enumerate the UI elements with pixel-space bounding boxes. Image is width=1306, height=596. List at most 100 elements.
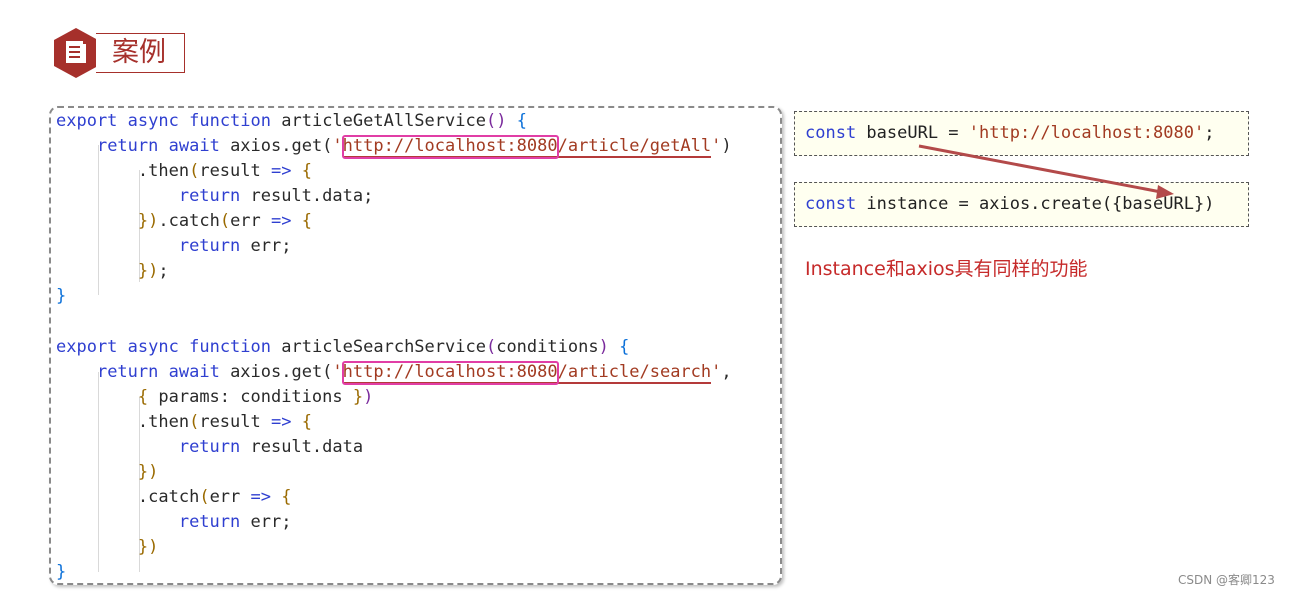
code-text: params: conditions	[148, 387, 353, 407]
code-line: }).catch(err => {	[56, 209, 312, 234]
code-method: .catch	[158, 211, 220, 231]
code-line: });	[56, 259, 169, 284]
code-brace: }	[56, 286, 67, 306]
code-paren: (	[219, 211, 231, 231]
code-line: })	[56, 535, 159, 560]
code-keyword: return	[178, 512, 241, 532]
code-brace: }	[137, 537, 149, 557]
url-path: /article/getAll	[557, 136, 712, 158]
code-line: return err;	[56, 234, 292, 259]
code-line: export async function articleSearchServi…	[56, 335, 629, 360]
section-title: 案例	[112, 37, 166, 68]
code-arg: err	[230, 211, 261, 231]
code-method: .catch	[137, 487, 200, 507]
code-paren: (	[189, 161, 200, 181]
code-line: return result.data	[56, 435, 363, 460]
code-string: 'http://localhost:8080'	[968, 123, 1205, 143]
code-line: export async function articleGetAllServi…	[56, 109, 527, 134]
code-paren: )	[598, 337, 609, 357]
function-name: articleGetAllService	[281, 111, 486, 131]
instance-snippet: const instance = axios.create({baseURL})	[794, 182, 1249, 227]
code-semicolon: ;	[158, 261, 169, 281]
code-line: return await axios.get('http://localhost…	[56, 134, 732, 159]
code-brace: {	[619, 337, 630, 357]
code-arrow: =>	[271, 412, 292, 432]
code-line: .then(result => {	[56, 159, 312, 184]
code-method: .then	[137, 161, 190, 181]
code-paren: )	[148, 537, 159, 557]
code-line: { params: conditions })	[56, 385, 373, 410]
code-comma: ,	[721, 362, 732, 382]
code-brace: {	[301, 412, 312, 432]
code-brace: }	[137, 211, 149, 231]
code-line: return err;	[56, 510, 292, 535]
url-path: /article/search	[557, 362, 712, 384]
code-line: return await axios.get('http://localhost…	[56, 360, 732, 385]
code-semicolon: ;	[1204, 123, 1215, 143]
code-method: .then	[137, 412, 190, 432]
code-keyword: async	[127, 111, 179, 131]
code-arrow: =>	[250, 487, 272, 507]
code-brace: {	[137, 387, 149, 407]
code-arg: result	[199, 412, 261, 432]
code-paren: ()	[485, 111, 507, 131]
code-line: .then(result => {	[56, 410, 312, 435]
watermark: CSDN @客卿123	[1178, 573, 1275, 587]
code-keyword: export	[56, 337, 118, 357]
code-param: conditions	[496, 337, 599, 357]
code-call: axios.get(	[230, 136, 333, 156]
code-paren: )	[148, 211, 159, 231]
code-text: err;	[240, 236, 292, 256]
code-brace: }	[137, 462, 149, 482]
code-keyword: return	[96, 136, 159, 156]
code-text: instance = axios.create({baseURL})	[856, 194, 1215, 214]
code-quote: '	[332, 136, 343, 156]
code-brace: {	[301, 161, 312, 181]
baseurl-snippet: const baseURL = 'http://localhost:8080';	[794, 111, 1249, 156]
url-host-highlight: http://localhost:8080	[341, 135, 559, 159]
code-arrow: =>	[271, 161, 292, 181]
code-call: axios.get(	[230, 362, 333, 382]
code-keyword: function	[189, 337, 271, 357]
code-arrow: =>	[271, 211, 292, 231]
code-keyword: const	[805, 194, 857, 214]
code-line: return result.data;	[56, 184, 373, 209]
code-arg: err	[209, 487, 241, 507]
code-panel: export async function articleGetAllServi…	[49, 106, 782, 585]
url-host-highlight: http://localhost:8080	[341, 361, 559, 385]
code-keyword: return	[178, 186, 241, 206]
code-brace: {	[516, 111, 527, 131]
code-brace: }	[352, 387, 364, 407]
code-paren: (	[485, 337, 497, 357]
code-keyword: await	[168, 136, 220, 156]
code-paren: )	[148, 462, 159, 482]
code-paren: )	[148, 261, 159, 281]
code-line: .catch(err => {	[56, 485, 292, 510]
code-paren: (	[199, 487, 210, 507]
code-brace: {	[301, 211, 313, 231]
code-arg: result	[199, 161, 261, 181]
code-keyword: await	[168, 362, 220, 382]
code-paren: )	[363, 387, 374, 407]
code-keyword: const	[805, 123, 857, 143]
code-brace: {	[281, 487, 292, 507]
code-keyword: return	[178, 437, 241, 457]
code-keyword: return	[178, 236, 241, 256]
section-title-box: 案例	[96, 33, 185, 73]
code-quote: '	[332, 362, 343, 382]
code-keyword: return	[96, 362, 159, 382]
code-quote: '	[711, 136, 722, 156]
function-name: articleSearchService	[281, 337, 486, 357]
code-text: result.data;	[240, 186, 374, 206]
code-keyword: async	[127, 337, 179, 357]
code-paren: (	[189, 412, 200, 432]
code-text: baseURL =	[856, 123, 969, 143]
code-brace: }	[137, 261, 149, 281]
code-line: }	[56, 560, 66, 585]
code-brace: }	[56, 562, 67, 582]
code-keyword: export	[56, 111, 118, 131]
code-text: err;	[240, 512, 292, 532]
code-line: })	[56, 460, 159, 485]
code-line: }	[56, 284, 66, 309]
document-icon	[54, 28, 98, 78]
